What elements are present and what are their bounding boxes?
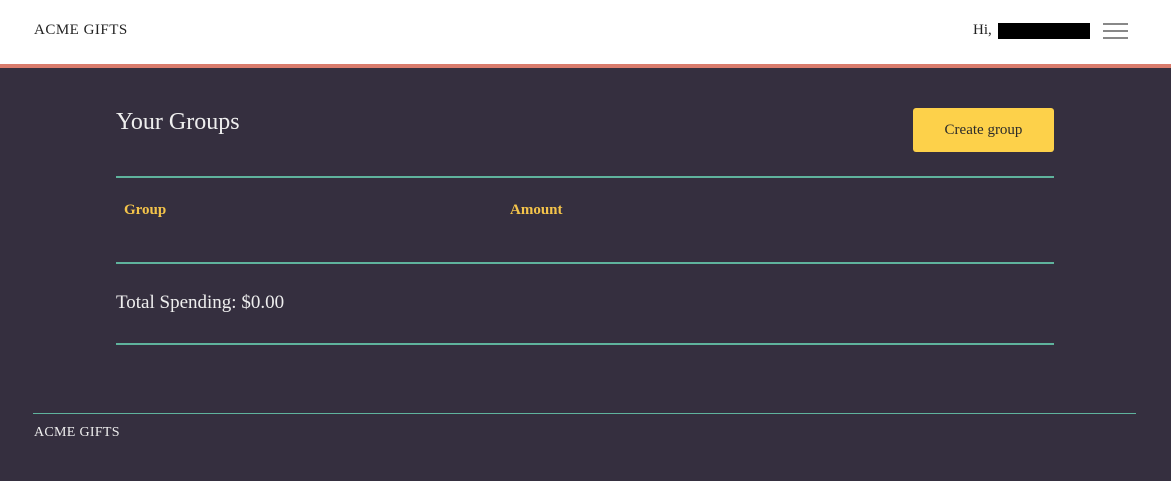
total-spending: Total Spending: $0.00 bbox=[116, 292, 285, 313]
hamburger-line bbox=[1103, 23, 1128, 25]
table-top-divider bbox=[116, 176, 1054, 178]
total-divider bbox=[116, 343, 1054, 345]
column-header-group: Group bbox=[124, 202, 167, 218]
greeting-prefix: Hi, bbox=[973, 22, 992, 38]
brand-logo[interactable]: ACME GIFTS bbox=[34, 22, 128, 39]
hamburger-line bbox=[1103, 30, 1128, 32]
column-header-amount: Amount bbox=[510, 202, 563, 218]
create-group-button[interactable]: Create group bbox=[913, 108, 1054, 152]
table-bottom-divider bbox=[116, 262, 1054, 264]
footer-brand: ACME GIFTS bbox=[34, 425, 120, 440]
user-greeting: Hi, bbox=[973, 22, 1090, 39]
page-title: Your Groups bbox=[116, 109, 240, 135]
hamburger-line bbox=[1103, 37, 1128, 39]
redacted-username bbox=[997, 22, 1090, 39]
top-navbar: ACME GIFTS Hi, bbox=[0, 0, 1171, 68]
footer-divider bbox=[33, 413, 1136, 414]
hamburger-menu-icon[interactable] bbox=[1103, 22, 1128, 40]
